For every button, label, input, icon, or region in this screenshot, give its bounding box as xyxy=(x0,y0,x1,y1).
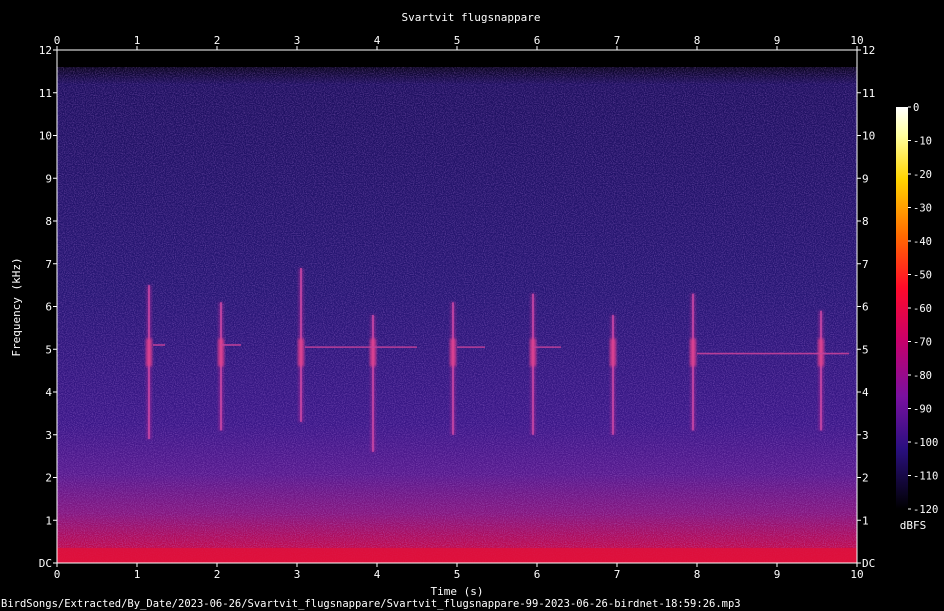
y-tick-label-right-6: 6 xyxy=(862,301,869,314)
x-tick-label-top-2: 2 xyxy=(214,34,221,47)
y-tick-label-right-5: 5 xyxy=(862,343,869,356)
y-tick-label-left-9: 9 xyxy=(45,172,52,185)
noise-grain xyxy=(57,67,857,563)
x-tick-label-bottom-8: 8 xyxy=(694,568,701,581)
call-core-2 xyxy=(218,338,224,367)
y-tick-label-left-8: 8 xyxy=(45,215,52,228)
y-tick-label-right-4: 4 xyxy=(862,386,869,399)
colorbar-tick-label--40: -40 xyxy=(913,236,932,248)
call-core-7 xyxy=(610,338,616,367)
y-tick-label-left-4: 4 xyxy=(45,386,52,399)
colorbar-tick-label--30: -30 xyxy=(913,203,932,215)
call-core-4 xyxy=(370,338,376,367)
x-tick-label-bottom-1: 1 xyxy=(134,568,141,581)
x-tick-label-bottom-2: 2 xyxy=(214,568,221,581)
y-tick-label-left-DC: DC xyxy=(39,557,52,570)
x-tick-label-top-4: 4 xyxy=(374,34,381,47)
y-tick-label-right-8: 8 xyxy=(862,215,869,228)
x-tick-label-bottom-0: 0 xyxy=(54,568,61,581)
x-tick-label-bottom-6: 6 xyxy=(534,568,541,581)
chart-title: Svartvit flugsnappare xyxy=(401,11,540,24)
colorbar: 0 -10 -20 -30 -40 -50 -60 -70 -80 -90 -100 -110 -120 xyxy=(896,102,938,516)
x-tick-label-bottom-7: 7 xyxy=(614,568,621,581)
x-tick-label-top-8: 8 xyxy=(694,34,701,47)
file-path: BirdSongs/Extracted/By_Date/2023-06-26/S… xyxy=(1,598,741,610)
x-axis-label: Time (s) xyxy=(431,585,484,598)
colorbar-gradient xyxy=(896,107,908,509)
dc-band xyxy=(57,548,857,563)
spectrogram-figure: Svartvit flugsnappare 001122334455667788… xyxy=(0,0,944,611)
x-tick-label-top-6: 6 xyxy=(534,34,541,47)
y-tick-label-left-2: 2 xyxy=(45,472,52,485)
y-tick-label-left-5: 5 xyxy=(45,343,52,356)
y-tick-label-right-12: 12 xyxy=(862,44,875,57)
y-axis-label: Frequency (kHz) xyxy=(10,257,23,356)
y-tick-label-right-2: 2 xyxy=(862,472,869,485)
call-core-9 xyxy=(818,338,824,367)
call-core-5 xyxy=(450,338,456,367)
colorbar-tick-label--100: -100 xyxy=(913,437,938,449)
y-tick-label-right-9: 9 xyxy=(862,172,869,185)
y-tick-label-right-1: 1 xyxy=(862,514,869,527)
y-tick-label-right-10: 10 xyxy=(862,130,875,143)
x-tick-label-bottom-3: 3 xyxy=(294,568,301,581)
call-core-6 xyxy=(530,338,536,367)
y-tick-label-right-DC: DC xyxy=(862,557,875,570)
y-tick-label-left-6: 6 xyxy=(45,301,52,314)
y-tick-label-left-3: 3 xyxy=(45,429,52,442)
y-tick-label-left-7: 7 xyxy=(45,258,52,271)
colorbar-tick-label--20: -20 xyxy=(913,169,932,181)
colorbar-label: dBFS xyxy=(900,519,927,532)
y-tick-label-left-1: 1 xyxy=(45,514,52,527)
call-core-8 xyxy=(690,338,696,367)
colorbar-tick-label--10: -10 xyxy=(913,136,932,148)
colorbar-tick-label--50: -50 xyxy=(913,270,932,282)
call-core-1 xyxy=(146,338,152,367)
colorbar-tick-label-0: 0 xyxy=(913,102,919,114)
x-tick-label-top-1: 1 xyxy=(134,34,141,47)
x-tick-label-top-3: 3 xyxy=(294,34,301,47)
x-tick-label-top-0: 0 xyxy=(54,34,61,47)
x-tick-label-top-5: 5 xyxy=(454,34,461,47)
y-tick-label-left-10: 10 xyxy=(39,130,52,143)
y-tick-label-right-11: 11 xyxy=(862,87,875,100)
y-tick-label-left-11: 11 xyxy=(39,87,52,100)
y-tick-label-right-7: 7 xyxy=(862,258,869,271)
x-tick-label-top-7: 7 xyxy=(614,34,621,47)
call-core-3 xyxy=(298,338,304,367)
spectrogram-chart: Svartvit flugsnappare 001122334455667788… xyxy=(1,11,938,610)
colorbar-tick-label--80: -80 xyxy=(913,370,932,382)
x-tick-label-bottom-9: 9 xyxy=(774,568,781,581)
plot-area xyxy=(57,50,857,563)
y-tick-label-right-3: 3 xyxy=(862,429,869,442)
x-tick-label-bottom-4: 4 xyxy=(374,568,381,581)
x-tick-label-bottom-5: 5 xyxy=(454,568,461,581)
y-tick-label-left-12: 12 xyxy=(39,44,52,57)
colorbar-tick-label--110: -110 xyxy=(913,471,938,483)
colorbar-tick-label--120: -120 xyxy=(913,504,938,516)
x-tick-label-top-9: 9 xyxy=(774,34,781,47)
colorbar-tick-label--60: -60 xyxy=(913,303,932,315)
colorbar-tick-label--70: -70 xyxy=(913,337,932,349)
colorbar-tick-label--90: -90 xyxy=(913,404,932,416)
